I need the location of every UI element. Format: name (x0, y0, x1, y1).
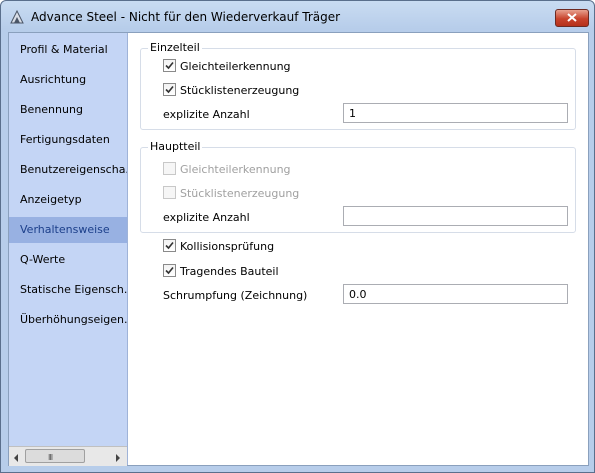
hauptteil-gleichteil-checkbox[interactable] (163, 162, 176, 175)
schrumpfung-input[interactable] (343, 284, 568, 304)
tragendes-bauteil-checkbox[interactable] (163, 264, 176, 277)
schrumpfung-label: Schrumpfung (Zeichnung) (163, 289, 308, 302)
properties-panel: Einzelteil Gleichteilerkennung Stücklist… (128, 33, 588, 465)
einzelteil-anzahl-input[interactable] (343, 103, 568, 123)
close-icon (567, 13, 577, 22)
einzelteil-gleichteil-label: Gleichteilerkennung (180, 60, 291, 73)
hauptteil-stueckliste-checkbox[interactable] (163, 186, 176, 199)
einzelteil-legend: Einzelteil (148, 41, 202, 54)
sidebar-item-benennung[interactable]: Benennung (9, 97, 127, 123)
hauptteil-anzahl-label: explizite Anzahl (163, 211, 250, 224)
dialog-window: Advance Steel - Nicht für den Wiederverk… (0, 0, 595, 473)
sidebar-item-benutzereigenschaften[interactable]: Benutzereigenscha... (9, 157, 127, 183)
sidebar-item-verhaltensweise[interactable]: Verhaltensweise (9, 217, 127, 243)
title-bar[interactable]: Advance Steel - Nicht für den Wiederverk… (1, 1, 594, 31)
advance-steel-logo-icon (10, 9, 24, 24)
checkmark-icon (165, 85, 174, 94)
window-title: Advance Steel - Nicht für den Wiederverk… (31, 10, 341, 24)
checkmark-icon (165, 266, 174, 275)
checkmark-icon (165, 61, 174, 70)
category-sidebar: Profil & Material Ausrichtung Benennung … (9, 33, 128, 466)
kollisionspruefung-checkbox[interactable] (163, 239, 176, 252)
sidebar-item-ausrichtung[interactable]: Ausrichtung (9, 67, 127, 93)
sidebar-item-q-werte[interactable]: Q-Werte (9, 247, 127, 273)
scrollbar-thumb[interactable]: III (25, 449, 85, 463)
hauptteil-anzahl-input[interactable] (343, 206, 568, 226)
checkmark-icon (165, 241, 174, 250)
scroll-left-arrow-icon[interactable] (13, 452, 19, 465)
sidebar-item-statische-eigenschaften[interactable]: Statische Eigensch... (9, 277, 127, 303)
sidebar-item-profil-material[interactable]: Profil & Material (9, 37, 127, 63)
close-button[interactable] (555, 9, 589, 27)
hauptteil-stueckliste-label: Stücklistenerzeugung (180, 187, 300, 200)
sidebar-item-anzeigetyp[interactable]: Anzeigetyp (9, 187, 127, 213)
tragendes-bauteil-label: Tragendes Bauteil (180, 265, 279, 278)
einzelteil-stueckliste-label: Stücklistenerzeugung (180, 84, 300, 97)
kollisionspruefung-label: Kollisionsprüfung (180, 240, 275, 253)
scroll-right-arrow-icon[interactable] (115, 452, 121, 465)
sidebar-horizontal-scrollbar[interactable]: III (9, 446, 127, 466)
sidebar-item-fertigungsdaten[interactable]: Fertigungsdaten (9, 127, 127, 153)
einzelteil-stueckliste-checkbox[interactable] (163, 83, 176, 96)
scrollbar-grip: III (48, 453, 53, 462)
hauptteil-legend: Hauptteil (148, 140, 203, 153)
hauptteil-gleichteil-label: Gleichteilerkennung (180, 163, 291, 176)
sidebar-item-ueberhoehungseigenschaften[interactable]: Überhöhungseigen... (9, 307, 127, 333)
einzelteil-gleichteil-checkbox[interactable] (163, 59, 176, 72)
einzelteil-anzahl-label: explizite Anzahl (163, 108, 250, 121)
dialog-content: Profil & Material Ausrichtung Benennung … (8, 32, 589, 466)
